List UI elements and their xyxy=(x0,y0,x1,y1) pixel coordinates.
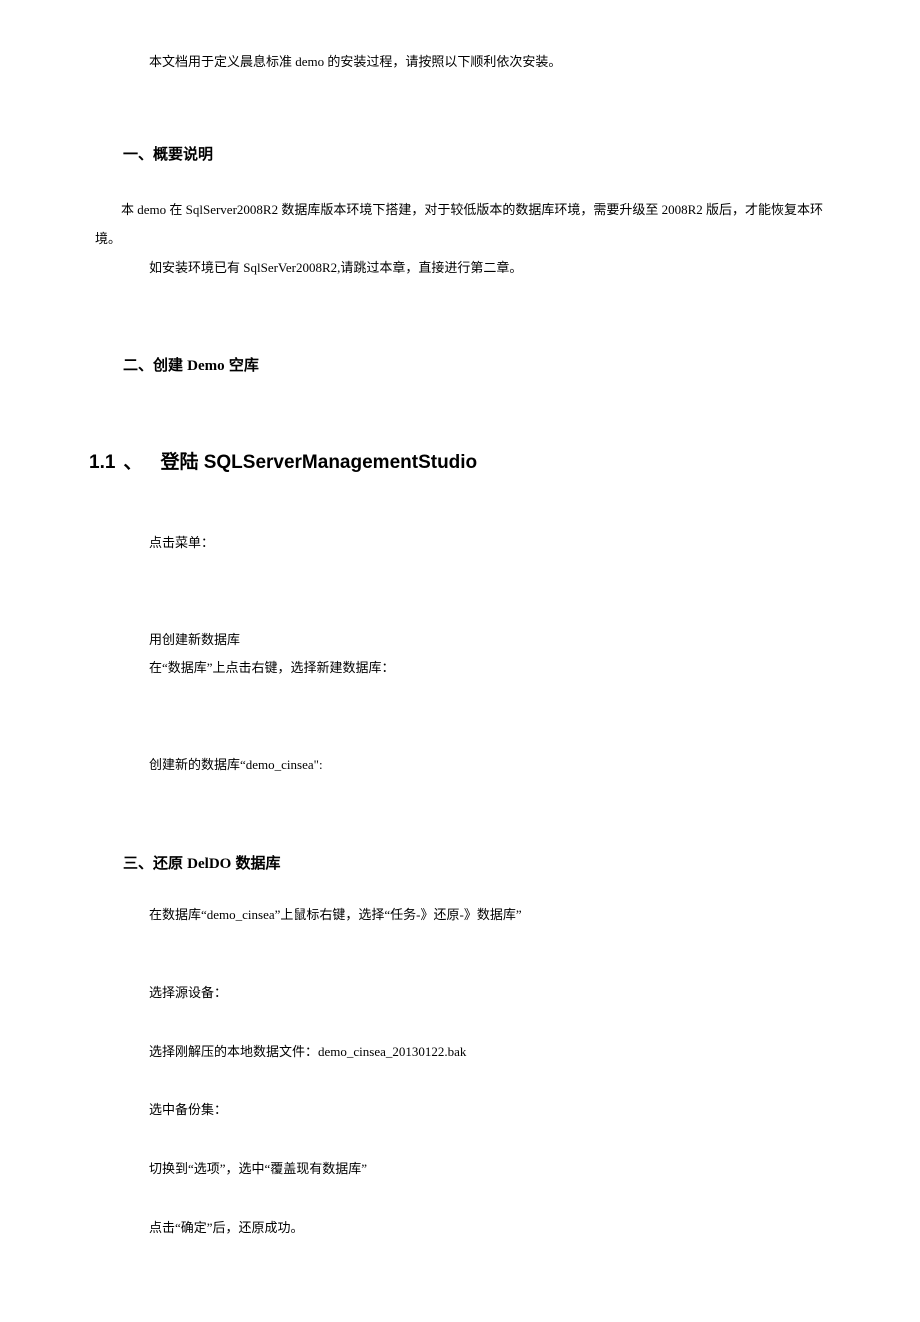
section1-heading: 一、概要说明 xyxy=(123,143,825,164)
section1-p2: 如安装环境已有 SqlSerVer2008R2,请跳过本章，直接进行第二章。 xyxy=(123,254,825,283)
section2-heading: 二、创建 Demo 空库 xyxy=(123,354,825,375)
section3-step2: 选择源设备： xyxy=(123,979,825,1008)
section2-heading-prefix: 二、创建 xyxy=(123,357,187,374)
subheading-number: 1.1 xyxy=(89,452,115,473)
section1-p1: 本 demo 在 SqlServer2008R2 数据库版本环境下搭建，对于较低… xyxy=(95,196,825,253)
section3-step1: 在数据库“demo_cinsea”上鼠标右键，选择“任务-》还原-》数据库” xyxy=(123,901,825,930)
section2-step1: 点击菜单： xyxy=(123,529,825,558)
section2-heading-suffix: 空库 xyxy=(225,357,259,374)
intro-paragraph: 本文档用于定义晨息标准 demo 的安装过程，请按照以下顺利依次安装。 xyxy=(123,50,825,73)
section2-subheading: 1.1 、登陆 SQLServerManagementStudio xyxy=(89,447,825,474)
subheading-dot: 、 xyxy=(123,452,142,473)
section2-heading-bold: Demo xyxy=(187,358,225,374)
section2-step2-block: 用创建新数据库 在“数据库”上点击右键，选择新建数据库： xyxy=(95,626,825,683)
section2-step2a: 用创建新数据库 xyxy=(123,626,825,655)
section2-step2b: 在“数据库”上点击右键，选择新建数据库： xyxy=(123,654,825,683)
section3-step4: 选中备份集： xyxy=(123,1096,825,1125)
section3-heading-bold: DelDO xyxy=(187,856,231,872)
subheading-text: 登陆 SQLServerManagementStudio xyxy=(160,452,477,473)
section3-step3: 选择刚解压的本地数据文件：demo_cinsea_20130122.bak xyxy=(123,1038,825,1067)
section3-heading-suffix: 数据库 xyxy=(231,855,280,872)
section2-step3: 创建新的数据库“demo_cinsea": xyxy=(123,751,825,780)
section1-body: 本 demo 在 SqlServer2008R2 数据库版本环境下搭建，对于较低… xyxy=(95,196,825,282)
section3-heading: 三、还原 DelDO 数据库 xyxy=(123,852,825,873)
section3-step5: 切换到“选项”，选中“覆盖现有数据库” xyxy=(123,1155,825,1184)
section3-heading-prefix: 三、还原 xyxy=(123,855,187,872)
section3-step6: 点击“确定”后，还原成功。 xyxy=(123,1214,825,1243)
